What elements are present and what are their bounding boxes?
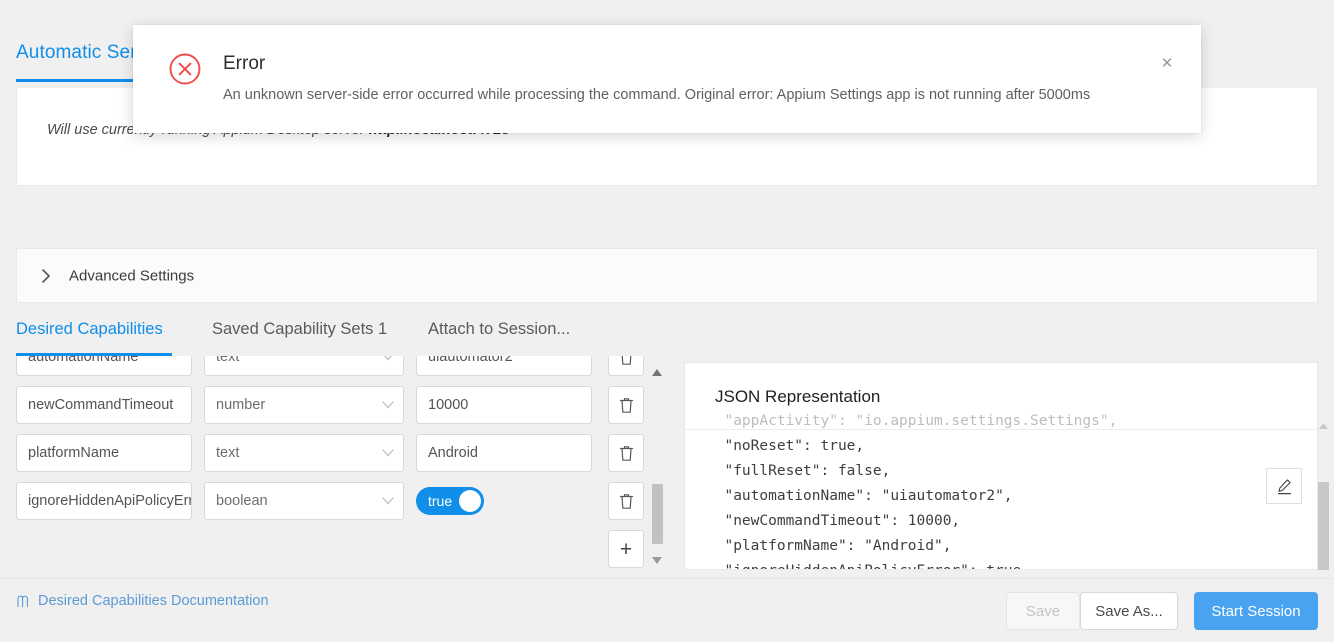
external-book-icon <box>16 594 31 609</box>
capabilities-scroll-content: automationName text uiautomator2 newComm… <box>0 356 672 570</box>
start-session-button[interactable]: Start Session <box>1194 592 1318 630</box>
capability-boolean-toggle[interactable]: true <box>416 487 484 515</box>
appium-session-window: Automatic Server Will use currently-runn… <box>0 0 1334 642</box>
chevron-down-icon <box>382 449 394 457</box>
capability-type-value: boolean <box>216 493 268 509</box>
tab-saved-capability-sets[interactable]: Saved Capability Sets 1 <box>212 320 387 339</box>
capability-value-input[interactable]: uiautomator2 <box>416 356 592 376</box>
add-capability-row: + <box>0 524 672 570</box>
capability-type-select[interactable]: boolean <box>204 482 404 520</box>
json-code-line: "automationName": "uiautomator2", <box>707 488 1013 504</box>
chevron-down-icon <box>382 401 394 409</box>
save-as-button[interactable]: Save As... <box>1080 592 1178 630</box>
error-dialog: Error An unknown server-side error occur… <box>133 25 1201 133</box>
json-code-line: "platformName": "Android", <box>707 538 952 554</box>
capability-type-value: number <box>216 397 266 413</box>
add-capability-button[interactable]: + <box>608 530 644 568</box>
tab-attach-to-session[interactable]: Attach to Session... <box>428 320 570 339</box>
capability-delete-button[interactable] <box>608 434 644 472</box>
json-code-line: "fullReset": false, <box>707 463 891 479</box>
chevron-down-icon <box>382 356 394 361</box>
json-representation-panel: JSON Representation "appActivity": "io.a… <box>684 362 1318 570</box>
capability-delete-button[interactable] <box>608 356 644 376</box>
capability-value-input[interactable]: 10000 <box>416 386 592 424</box>
capability-type-select[interactable]: text <box>204 434 404 472</box>
capability-value-input[interactable]: Android <box>416 434 592 472</box>
capabilities-editor: automationName text uiautomator2 newComm… <box>0 356 672 570</box>
triangle-up-icon[interactable] <box>1317 420 1329 432</box>
json-code-line: "ignoreHiddenApiPolicyError": true <box>707 559 1297 569</box>
json-code-line: "appActivity": "io.appium.settings.Setti… <box>707 413 1118 429</box>
desired-capabilities-documentation-link[interactable]: Desired Capabilities Documentation <box>16 593 269 609</box>
json-code-line: "newCommandTimeout": 10000, <box>707 513 961 529</box>
json-code-block[interactable]: "appActivity": "io.appium.settings.Setti… <box>707 409 1297 569</box>
scrollbar-thumb[interactable] <box>652 484 663 544</box>
save-button[interactable]: Save <box>1006 592 1080 630</box>
capability-type-select[interactable]: number <box>204 386 404 424</box>
capability-name-input[interactable]: ignoreHiddenApiPolicyError <box>16 482 192 520</box>
capability-boolean-toggle-label: true <box>428 493 453 509</box>
capability-name-input[interactable]: automationName <box>16 356 192 376</box>
capabilities-scrollbar[interactable] <box>650 356 664 570</box>
json-code-line: "noReset": true, <box>707 438 865 454</box>
error-dialog-message: An unknown server-side error occurred wh… <box>223 87 1091 103</box>
table-row: newCommandTimeout number 10000 <box>0 380 672 428</box>
advanced-settings-label: Advanced Settings <box>69 267 195 284</box>
triangle-up-icon[interactable] <box>651 366 663 378</box>
table-row: automationName text uiautomator2 <box>0 356 672 380</box>
json-panel-title: JSON Representation <box>715 387 881 406</box>
capability-delete-button[interactable] <box>608 482 644 520</box>
capability-delete-button[interactable] <box>608 386 644 424</box>
capability-type-value: text <box>216 356 240 365</box>
tab-desired-capabilities[interactable]: Desired Capabilities <box>16 320 163 339</box>
scrollbar-thumb[interactable] <box>1318 482 1329 570</box>
capability-name-input[interactable]: platformName <box>16 434 192 472</box>
close-icon[interactable]: ✕ <box>1155 51 1179 75</box>
doc-link-label: Desired Capabilities Documentation <box>38 593 269 609</box>
footer-bar: Desired Capabilities Documentation Save … <box>0 578 1334 642</box>
error-dialog-title: Error <box>223 53 266 74</box>
json-scrollbar[interactable] <box>1316 362 1330 570</box>
capability-type-select[interactable]: text <box>204 356 404 376</box>
table-row: platformName text Android <box>0 428 672 476</box>
toggle-knob <box>459 490 481 512</box>
triangle-down-icon[interactable] <box>651 554 663 566</box>
chevron-right-icon <box>37 267 55 285</box>
table-row: ignoreHiddenApiPolicyError boolean true <box>0 476 672 524</box>
capability-name-input[interactable]: newCommandTimeout <box>16 386 192 424</box>
error-circle-x-icon <box>168 52 202 86</box>
json-edit-button[interactable] <box>1266 468 1302 504</box>
advanced-settings-collapse[interactable]: Advanced Settings <box>16 248 1318 303</box>
capability-type-value: text <box>216 445 240 461</box>
chevron-down-icon <box>382 497 394 505</box>
capability-tabs: Desired Capabilities Saved Capability Se… <box>0 320 1334 356</box>
